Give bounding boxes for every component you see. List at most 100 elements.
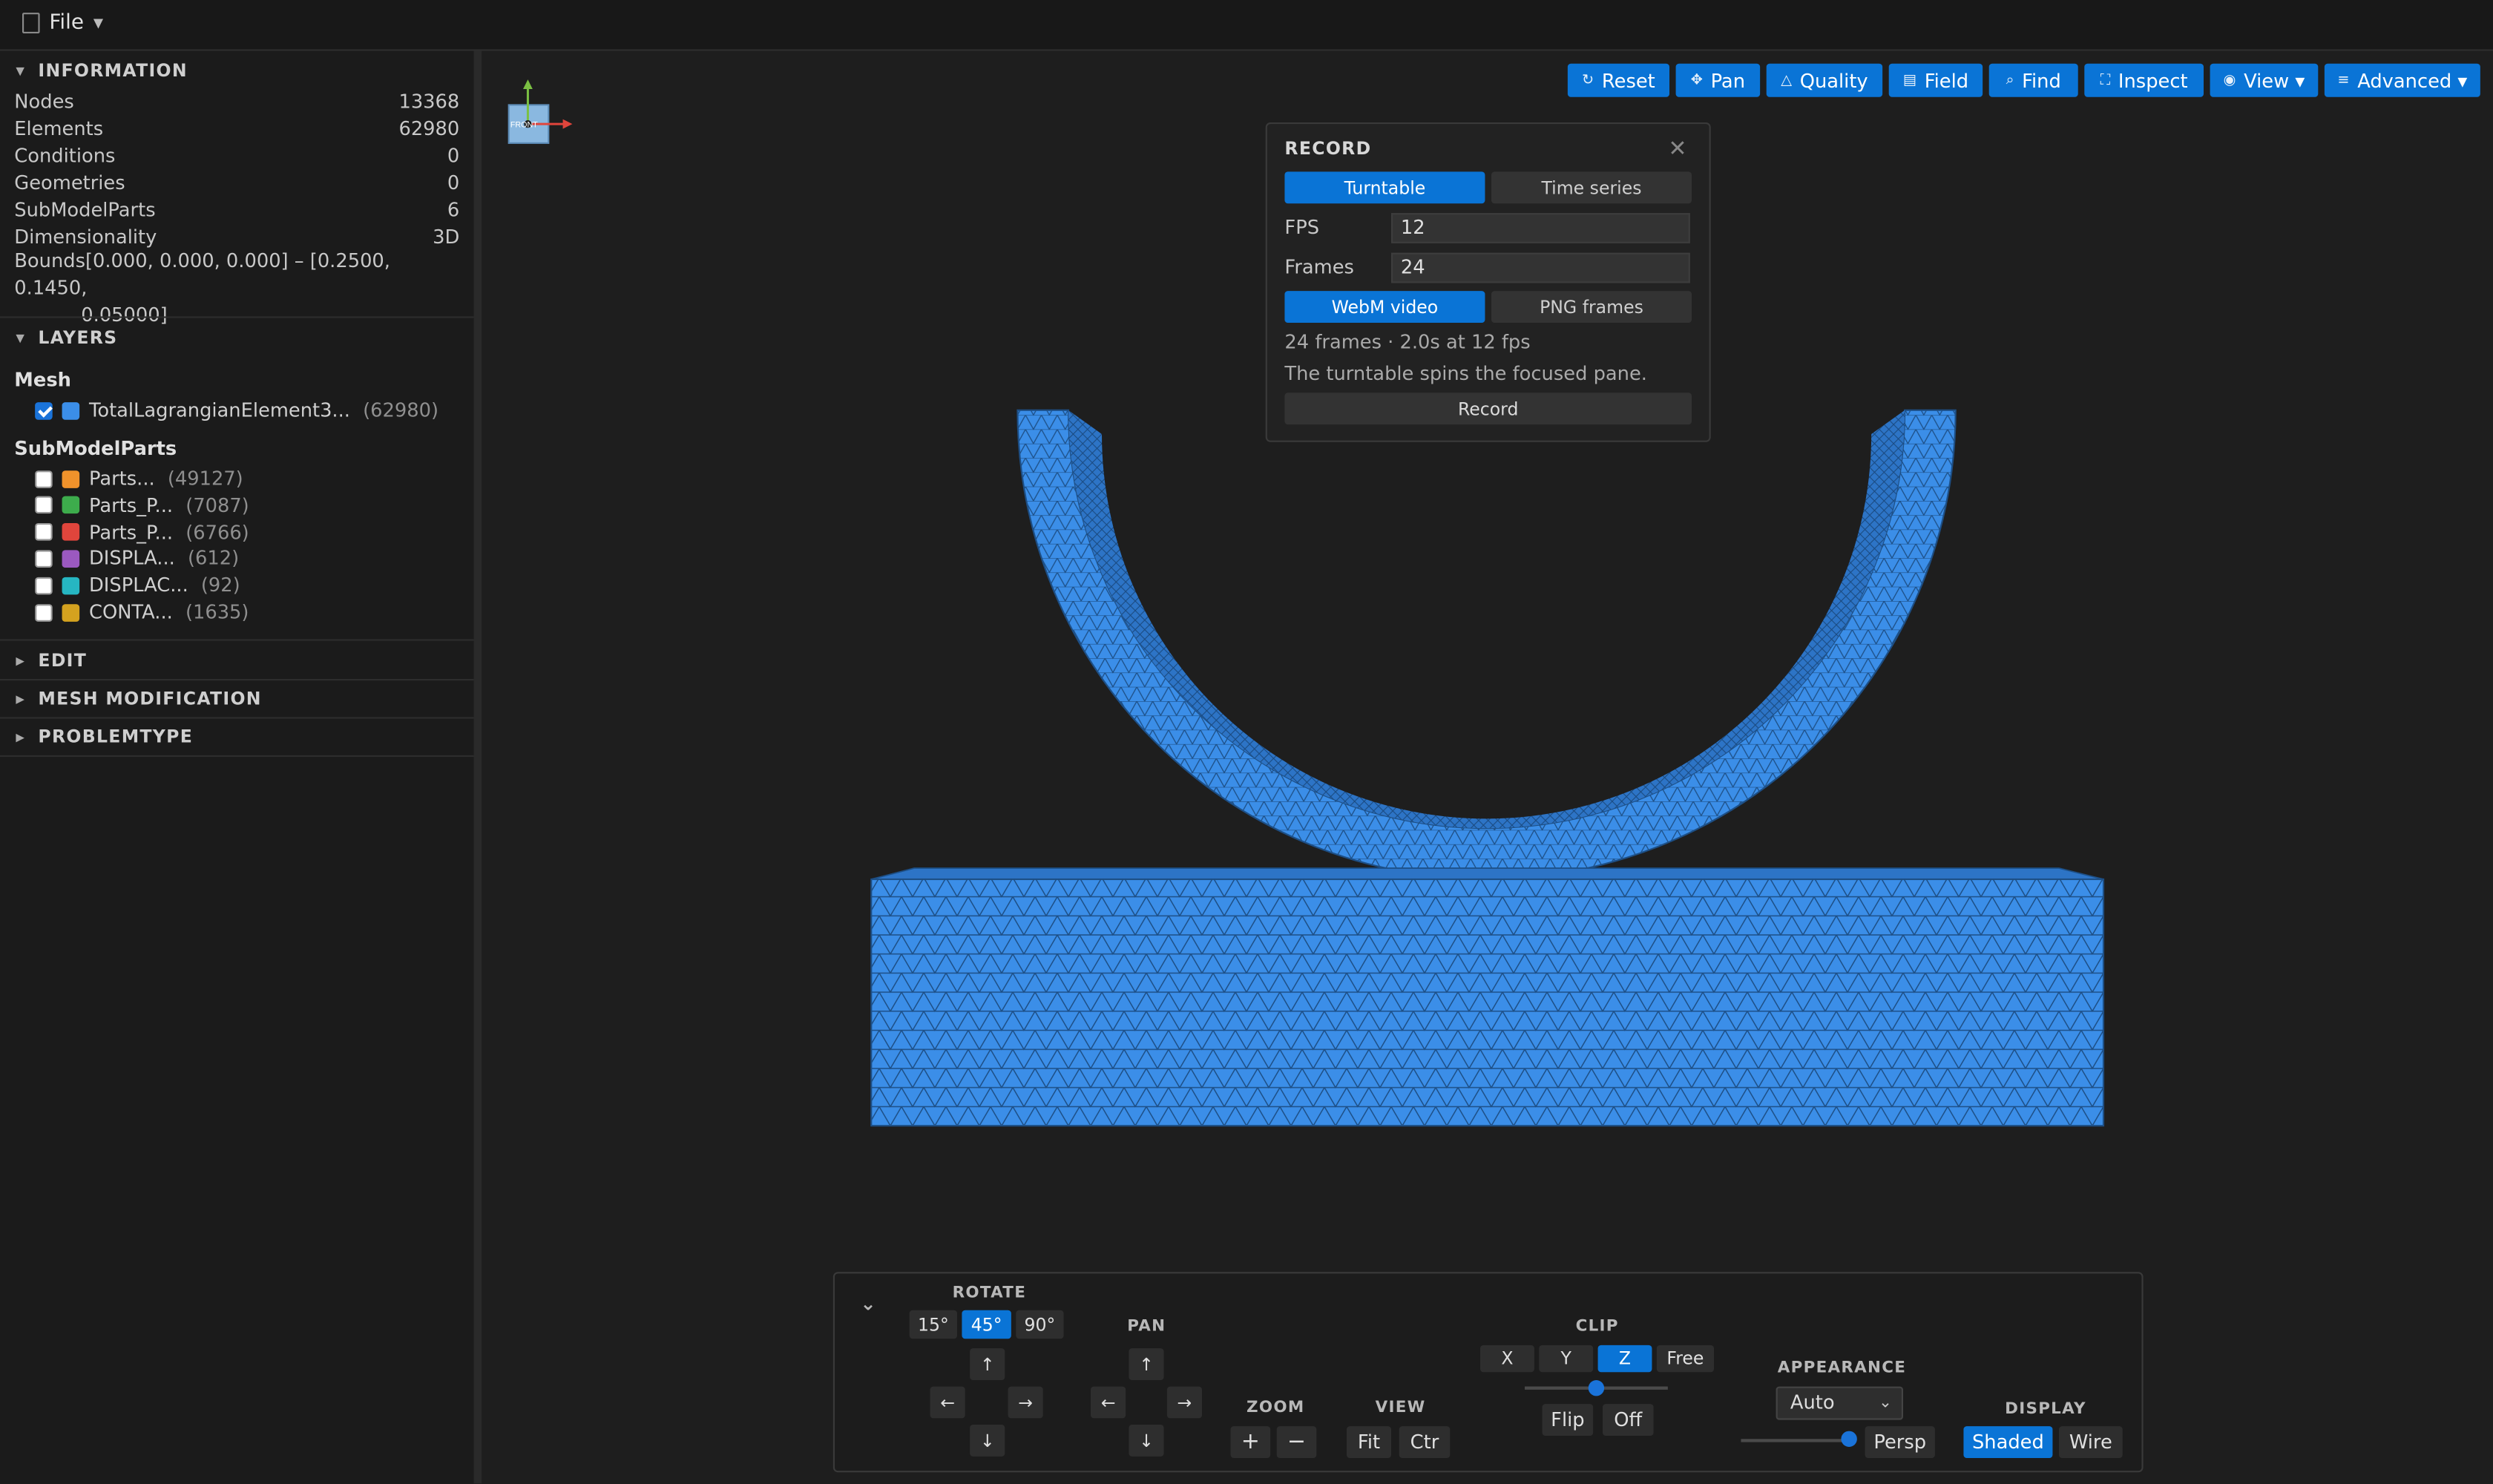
layer-checkbox[interactable] bbox=[35, 550, 53, 568]
layer-count: (92) bbox=[200, 574, 240, 597]
appearance-select[interactable]: Auto ⌄ bbox=[1776, 1386, 1903, 1420]
clip-free-button[interactable]: Free bbox=[1656, 1345, 1714, 1373]
info-label: Elements bbox=[14, 117, 104, 140]
view-label: VIEW bbox=[1375, 1399, 1426, 1417]
pan-down-button[interactable]: ↓ bbox=[1129, 1425, 1164, 1457]
section-title: EDIT bbox=[38, 650, 88, 672]
toolbar-button[interactable]: ≡ Advanced ▾ bbox=[2324, 63, 2480, 97]
layer-item: Parts... (49127) bbox=[35, 466, 243, 491]
toolbar-button[interactable]: △ Quality bbox=[1766, 63, 1883, 97]
section-title: MESH MODIFICATION bbox=[38, 688, 262, 709]
toolbar-button[interactable]: ✥ Pan bbox=[1675, 63, 1761, 97]
frames-input[interactable]: 24 bbox=[1391, 252, 1690, 283]
toolbar-button[interactable]: ▤ Field bbox=[1888, 63, 1983, 97]
rotate-step-90[interactable]: 90° bbox=[1016, 1310, 1064, 1339]
section-layers-header[interactable]: ▼ LAYERS bbox=[16, 327, 117, 348]
clip-off-button[interactable]: Off bbox=[1603, 1404, 1654, 1436]
chevron-down-icon: ▼ bbox=[16, 331, 26, 344]
display-wire-button[interactable]: Wire bbox=[2059, 1426, 2123, 1458]
perspective-toggle[interactable]: Persp bbox=[1865, 1426, 1935, 1458]
section-title: LAYERS bbox=[38, 327, 118, 349]
layer-checkbox[interactable] bbox=[35, 523, 53, 541]
layer-label: Parts_P... bbox=[89, 493, 174, 516]
collapse-icon[interactable]: ⌄ bbox=[860, 1293, 877, 1315]
reset-icon: ↻ bbox=[1582, 72, 1594, 88]
layer-color-swatch bbox=[62, 577, 80, 594]
divider bbox=[0, 679, 474, 681]
info-value: 0 bbox=[447, 145, 460, 167]
zoom-label: ZOOM bbox=[1246, 1399, 1305, 1417]
section-header[interactable]: ▶ EDIT bbox=[16, 650, 87, 671]
divider bbox=[0, 755, 474, 757]
toolbar-button[interactable]: ⛶ Inspect bbox=[2084, 63, 2204, 97]
clip-slider-knob[interactable] bbox=[1588, 1380, 1605, 1396]
search-icon: ⌕ bbox=[2006, 72, 2014, 88]
record-panel: RECORD ✕ Turntable Time series FPS 12 Fr… bbox=[1265, 122, 1711, 442]
info-value: 62980 bbox=[398, 117, 460, 140]
section-title: INFORMATION bbox=[38, 60, 188, 82]
appearance-slider-track[interactable] bbox=[1741, 1439, 1853, 1442]
layer-color-swatch bbox=[62, 603, 80, 621]
layer-item: Parts_P... (7087) bbox=[35, 493, 249, 518]
rotate-down-button[interactable]: ↓ bbox=[970, 1425, 1005, 1457]
pan-up-button[interactable]: ↑ bbox=[1129, 1348, 1164, 1380]
section-header[interactable]: ▶ PROBLEMTYPE bbox=[16, 726, 193, 747]
clip-flip-button[interactable]: Flip bbox=[1542, 1404, 1594, 1436]
layer-checkbox[interactable] bbox=[35, 603, 53, 621]
info-row: Conditions 0 bbox=[14, 145, 459, 167]
layer-color-swatch bbox=[62, 523, 80, 541]
clip-y-button[interactable]: Y bbox=[1539, 1345, 1594, 1373]
toolbar-button[interactable]: ⌕ Find bbox=[1988, 63, 2078, 97]
file-menu[interactable]: File ▼ bbox=[22, 11, 103, 35]
divider bbox=[0, 717, 474, 719]
rotate-step-45[interactable]: 45° bbox=[962, 1310, 1011, 1339]
info-row: Geometries 0 bbox=[14, 171, 459, 194]
layer-checkbox[interactable] bbox=[35, 496, 53, 514]
fps-input[interactable]: 12 bbox=[1391, 213, 1690, 243]
appearance-select-value: Auto bbox=[1790, 1391, 1835, 1414]
info-value: 0 bbox=[447, 171, 460, 194]
display-shaded-button[interactable]: Shaded bbox=[1963, 1426, 2053, 1458]
layer-count: (6766) bbox=[185, 520, 249, 543]
rotate-left-button[interactable]: ← bbox=[930, 1386, 965, 1419]
section-header[interactable]: ▶ MESH MODIFICATION bbox=[16, 689, 261, 709]
mode-turntable-button[interactable]: Turntable bbox=[1284, 171, 1485, 204]
chevron-down-icon: ▼ bbox=[16, 64, 26, 77]
rotate-right-button[interactable]: → bbox=[1008, 1386, 1043, 1419]
divider bbox=[0, 639, 474, 641]
toolbar-button[interactable]: ↻ Reset bbox=[1567, 63, 1669, 97]
zoom-in-button[interactable]: + bbox=[1230, 1426, 1271, 1458]
layer-checkbox[interactable] bbox=[35, 577, 53, 594]
toolbar-button-label: Find bbox=[2022, 69, 2061, 92]
format-webm-button[interactable]: WebM video bbox=[1284, 291, 1485, 323]
section-information-header[interactable]: ▼ INFORMATION bbox=[16, 60, 187, 81]
appearance-slider-knob[interactable] bbox=[1841, 1431, 1857, 1447]
layer-checkbox[interactable] bbox=[35, 401, 53, 419]
layer-label: DISPLAC... bbox=[89, 574, 188, 597]
rotate-up-button[interactable]: ↑ bbox=[970, 1348, 1005, 1380]
zoom-out-button[interactable]: − bbox=[1276, 1426, 1317, 1458]
view-center-button[interactable]: Ctr bbox=[1399, 1426, 1451, 1458]
file-icon bbox=[22, 13, 40, 33]
toolbar-button[interactable]: ◉ View ▾ bbox=[2210, 63, 2319, 97]
mode-timeseries-button[interactable]: Time series bbox=[1491, 171, 1692, 204]
pan-left-button[interactable]: ← bbox=[1091, 1386, 1126, 1419]
clip-z-button[interactable]: Z bbox=[1597, 1345, 1652, 1373]
inspect-icon: ⛶ bbox=[2100, 72, 2111, 88]
record-button[interactable]: Record bbox=[1284, 393, 1692, 425]
chevron-right-icon: ▶ bbox=[16, 654, 26, 667]
pan-label: PAN bbox=[1127, 1318, 1166, 1336]
layer-color-swatch bbox=[62, 550, 80, 568]
rotate-step-15[interactable]: 15° bbox=[909, 1310, 957, 1339]
view-icon: ◉ bbox=[2223, 72, 2236, 88]
close-icon[interactable]: ✕ bbox=[1668, 137, 1686, 162]
clip-x-button[interactable]: X bbox=[1479, 1345, 1534, 1373]
layer-checkbox[interactable] bbox=[35, 470, 53, 487]
layer-item: DISPLAC... (92) bbox=[35, 573, 240, 598]
axis-gizmo[interactable]: FRONT bbox=[502, 76, 582, 156]
mesh-block bbox=[870, 878, 2105, 1127]
view-fit-button[interactable]: Fit bbox=[1347, 1426, 1391, 1458]
toolbar-button-label: View ▾ bbox=[2244, 69, 2305, 92]
format-png-button[interactable]: PNG frames bbox=[1491, 291, 1692, 323]
pan-right-button[interactable]: → bbox=[1166, 1386, 1202, 1419]
